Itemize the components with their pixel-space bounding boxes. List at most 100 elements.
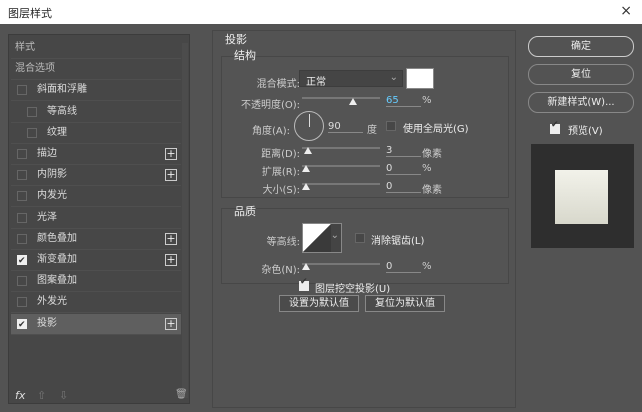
noise-slider[interactable] [302,263,380,265]
noise-label: 杂色(N): [261,265,300,276]
size-slider[interactable] [302,183,380,185]
sidebar-item[interactable]: 外发光 [11,292,181,314]
title-bar: 图层样式 × [0,0,642,24]
fx-icon[interactable]: fx [15,389,25,402]
close-icon[interactable]: × [620,3,632,19]
sidebar-item[interactable]: 渐变叠加 + [11,250,181,271]
move-down-icon[interactable]: ⇩ [59,389,68,402]
chevron-down-icon: ⌄ [389,72,398,83]
add-icon[interactable]: + [165,254,177,266]
opacity-slider-thumb[interactable] [348,98,357,105]
distance-input[interactable]: 3 [386,145,421,157]
angle-label: 角度(A): [251,126,290,137]
ok-button[interactable]: 确定 [528,36,634,57]
structure-title: 结构 [234,49,256,62]
quality-title: 品质 [234,205,256,218]
sidebar-item-label: 内发光 [37,190,67,202]
sidebar-item-label: 纹理 [47,126,67,138]
reset-button[interactable]: 复位 [528,64,634,85]
sidebar-item-label: 图案叠加 [37,275,77,287]
blend-mode-select[interactable]: 正常 ⌄ [299,70,403,88]
blend-mode-label: 混合模式: [256,79,300,90]
opacity-input[interactable]: 65 [386,95,421,107]
checkbox[interactable] [17,212,27,223]
sidebar-item[interactable]: 颜色叠加 + [11,229,181,250]
add-icon[interactable]: + [165,148,177,160]
reset-default-button[interactable]: 复位为默认值 [365,295,445,312]
style-preview [531,144,634,248]
sidebar-item[interactable]: 描边 + [11,144,181,165]
sidebar-item[interactable]: 光泽 [11,208,181,229]
noise-slider-thumb[interactable] [302,263,310,270]
sidebar-item[interactable]: 斜面和浮雕 [11,80,181,102]
make-default-button[interactable]: 设置为默认值 [279,295,359,312]
checkbox[interactable] [27,127,37,138]
knockout-label: 图层挖空投影(U) [315,284,391,295]
sidebar-item-label: 斜面和浮雕 [37,84,87,96]
trash-icon[interactable]: 🗑 [175,389,188,400]
add-icon[interactable]: + [165,169,177,182]
global-light-label: 使用全局光(G) [403,124,469,135]
spread-slider[interactable] [302,165,380,167]
sidebar-item-label: 内阴影 [37,169,67,181]
knockout-checkbox[interactable] [299,277,309,291]
sidebar-item[interactable]: 纹理 [11,123,181,144]
sidebar-item[interactable]: 图案叠加 [11,271,181,293]
antialias-checkbox[interactable] [355,233,365,243]
sidebar-item[interactable]: 内发光 [11,186,181,208]
size-input[interactable]: 0 [386,181,421,193]
antialias-label: 消除锯齿(L) [371,236,425,247]
checkbox[interactable] [17,297,27,308]
spread-slider-thumb[interactable] [302,165,310,172]
scrollbar[interactable] [182,43,188,398]
checkbox[interactable] [17,251,27,271]
sidebar-item-label: 颜色叠加 [37,232,77,244]
add-icon[interactable]: + [165,317,177,330]
sidebar-item-label: 描边 [37,148,57,159]
sidebar-item-label: 等高线 [47,105,77,117]
size-unit: 像素 [422,185,442,196]
opacity-unit: % [422,95,432,106]
global-light-checkbox[interactable] [386,121,396,131]
sidebar-item[interactable]: 样式 [11,38,181,59]
sidebar-item[interactable]: 混合选项 [11,59,181,81]
sidebar-item-label: 外发光 [37,296,67,308]
new-style-button[interactable]: 新建样式(W)... [528,92,634,113]
opacity-slider[interactable] [302,97,380,99]
styles-list: 样式混合选项斜面和浮雕等高线纹理描边 + 内阴影 + 内发光光泽颜色叠加 + 渐变叠加 + 图案… [8,34,190,404]
checkbox[interactable] [17,276,27,287]
contour-label: 等高线: [266,237,300,248]
checkbox[interactable] [17,315,27,335]
spread-input[interactable]: 0 [386,163,421,175]
noise-input[interactable]: 0 [386,261,421,273]
sidebar-item-label: 混合选项 [15,63,55,75]
sidebar-item-label: 光泽 [37,211,57,223]
checkbox[interactable] [27,106,37,117]
angle-dial[interactable] [294,111,324,141]
checkbox[interactable] [17,233,27,244]
shadow-color-swatch[interactable] [406,68,434,89]
noise-unit: % [422,261,432,272]
checkbox[interactable] [17,85,27,96]
spread-label: 扩展(R): [261,167,300,178]
sidebar-item[interactable]: 投影 + [11,313,181,335]
angle-input[interactable]: 90 [328,121,363,133]
checkbox[interactable] [17,191,27,202]
sidebar-item[interactable]: 内阴影 + [11,165,181,187]
distance-label: 距离(D): [261,149,300,160]
size-label: 大小(S): [262,185,300,196]
window-title: 图层样式 [8,7,52,20]
distance-slider[interactable] [302,147,380,149]
contour-picker[interactable]: ⌄ [302,223,342,253]
blend-mode-value: 正常 [306,77,326,88]
preview-checkbox[interactable] [550,120,560,134]
add-icon[interactable]: + [165,232,177,245]
checkbox[interactable] [17,170,27,181]
move-up-icon[interactable]: ⇧ [37,389,46,402]
checkbox[interactable] [17,149,27,159]
distance-slider-thumb[interactable] [304,147,312,154]
preview-label: 预览(V) [568,126,603,137]
opacity-label: 不透明度(O): [240,100,300,111]
sidebar-item[interactable]: 等高线 [11,102,181,123]
size-slider-thumb[interactable] [302,183,310,190]
